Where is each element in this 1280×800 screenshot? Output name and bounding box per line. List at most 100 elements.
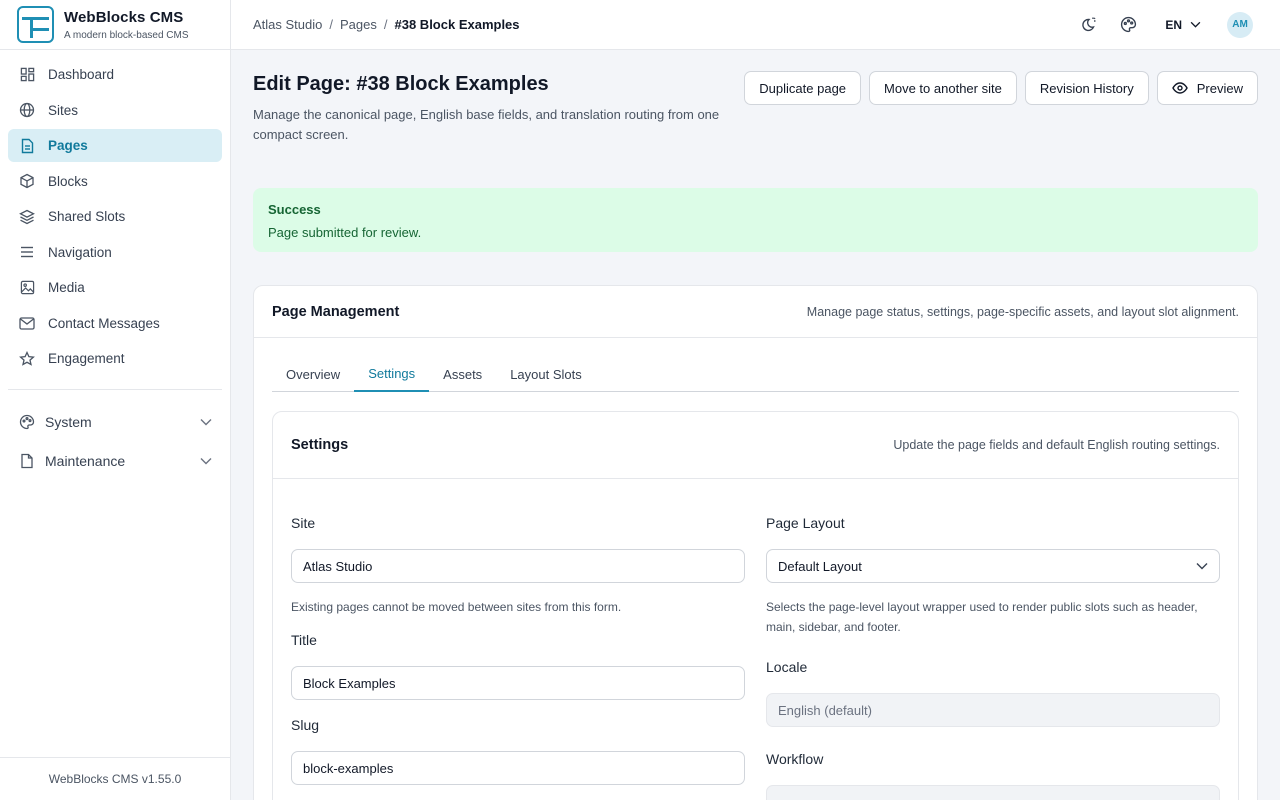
sidebar-item-dashboard[interactable]: Dashboard: [8, 58, 222, 91]
page-header: Edit Page: #38 Block Examples Manage the…: [253, 50, 1258, 188]
avatar[interactable]: AM: [1227, 11, 1253, 38]
webblocks-logo-icon: [17, 6, 54, 43]
workflow-label: Workflow: [766, 751, 824, 767]
settings-panel: Settings Update the page fields and defa…: [272, 411, 1239, 800]
breadcrumb-separator: /: [383, 17, 388, 32]
page-description: Manage the canonical page, English base …: [253, 107, 720, 142]
page-title: Edit Page: #38 Block Examples: [253, 73, 549, 95]
site-value: Atlas Studio: [303, 558, 373, 574]
move-site-button[interactable]: Move to another site: [869, 71, 1017, 105]
chevron-down-icon: [1190, 21, 1201, 28]
palette-icon: [19, 414, 35, 430]
sidebar-item-shared-slots[interactable]: Shared Slots: [8, 200, 222, 233]
globe-icon: [19, 102, 35, 118]
sidebar-item-label: Navigation: [48, 244, 112, 260]
breadcrumb-pages[interactable]: Pages: [340, 17, 377, 32]
sidebar-group-system[interactable]: System: [0, 404, 230, 440]
tab-layout-slots[interactable]: Layout Slots: [496, 356, 596, 392]
breadcrumb-site[interactable]: Atlas Studio: [253, 17, 322, 32]
locale-field: English (default): [766, 693, 1220, 727]
sidebar-item-media[interactable]: Media: [8, 271, 222, 304]
sidebar-footer-version: WebBlocks CMS v1.55.0: [0, 757, 230, 800]
main-content: Edit Page: #38 Block Examples Manage the…: [231, 50, 1280, 800]
form-column-right: Page Layout Default Layout Selects the p…: [766, 479, 1220, 800]
tab-overview[interactable]: Overview: [272, 356, 354, 392]
topbar: Atlas Studio / Pages / #38 Block Example…: [231, 0, 1280, 50]
chevron-down-icon: [200, 418, 212, 426]
locale-label: Locale: [766, 659, 808, 675]
sidebar-item-navigation[interactable]: Navigation: [8, 236, 222, 269]
sidebar-item-label: Blocks: [48, 173, 88, 189]
preview-label: Preview: [1196, 80, 1243, 96]
success-alert: Success Page submitted for review.: [253, 188, 1258, 252]
alert-title: Success: [268, 202, 321, 217]
page-layout-value: Default Layout: [778, 558, 862, 574]
page-management-card: Page Management Manage page status, sett…: [253, 285, 1258, 800]
sidebar-group-maintenance[interactable]: Maintenance: [0, 443, 230, 479]
sidebar-item-sites[interactable]: Sites: [8, 94, 222, 127]
theme-toggle-icon[interactable]: [1077, 14, 1099, 36]
sidebar-item-label: Pages: [48, 138, 88, 153]
chevron-down-icon: [200, 457, 212, 465]
card-header: Page Management Manage page status, sett…: [254, 286, 1257, 338]
sidebar-item-label: Media: [48, 280, 85, 295]
dashboard-icon: [19, 67, 35, 83]
alert-message: Page submitted for review.: [268, 225, 422, 240]
form-column-left: Site Atlas Studio Existing pages cannot …: [291, 479, 745, 800]
sidebar-group-label: Maintenance: [45, 453, 126, 469]
slug-label: Slug: [291, 717, 320, 733]
preview-button[interactable]: Preview: [1156, 71, 1258, 105]
settings-subtitle: Update the page fields and default Engli…: [893, 438, 1220, 452]
chevron-down-icon: [1196, 562, 1208, 570]
sidebar-group-label: System: [45, 414, 92, 430]
duplicate-page-button[interactable]: Duplicate page: [744, 71, 862, 105]
page-layout-help-text: Selects the page-level layout wrapper us…: [766, 600, 1198, 634]
brand[interactable]: WebBlocks CMS A modern block-based CMS: [0, 0, 230, 50]
tab-assets[interactable]: Assets: [429, 356, 496, 392]
tab-settings[interactable]: Settings: [354, 356, 430, 392]
revision-history-button[interactable]: Revision History: [1024, 71, 1149, 105]
sidebar-nav: Dashboard Sites Pages Blocks Shared Slot…: [0, 50, 230, 375]
language-selector[interactable]: EN: [1165, 18, 1201, 32]
title-field[interactable]: Block Examples: [291, 666, 745, 700]
management-tabs: Overview Settings Assets Layout Slots: [272, 356, 1239, 392]
settings-title: Settings: [291, 437, 349, 453]
site-field[interactable]: Atlas Studio: [291, 549, 745, 583]
locale-value: English (default): [778, 702, 872, 718]
cube-icon: [19, 173, 35, 189]
brand-tagline: A modern block-based CMS: [64, 29, 189, 41]
site-label: Site: [291, 515, 316, 531]
card-subtitle: Manage page status, settings, page-speci…: [806, 304, 1239, 319]
star-icon: [19, 350, 35, 367]
breadcrumb-current: #38 Block Examples: [394, 17, 520, 32]
slug-field[interactable]: block-examples: [291, 751, 745, 785]
card-title: Page Management: [272, 303, 400, 320]
sidebar-item-label: Contact Messages: [48, 315, 160, 331]
sidebar: WebBlocks CMS A modern block-based CMS D…: [0, 0, 231, 800]
slug-value: block-examples: [303, 760, 394, 776]
palette-icon[interactable]: [1117, 14, 1139, 36]
brand-name: WebBlocks CMS: [64, 8, 184, 26]
page-layout-label: Page Layout: [766, 515, 845, 531]
sidebar-item-engagement[interactable]: Engagement: [8, 342, 222, 375]
mail-icon: [19, 315, 35, 331]
sidebar-item-pages[interactable]: Pages: [8, 129, 222, 162]
title-value: Block Examples: [303, 675, 396, 691]
site-help-text: Existing pages cannot be moved between s…: [291, 600, 622, 614]
eye-icon: [1171, 82, 1188, 94]
page-actions: Duplicate page Move to another site Revi…: [736, 71, 1258, 105]
sidebar-item-label: Dashboard: [48, 67, 115, 82]
sidebar-item-contact-messages[interactable]: Contact Messages: [8, 307, 222, 340]
sidebar-item-blocks[interactable]: Blocks: [8, 165, 222, 198]
settings-header: Settings Update the page fields and defa…: [273, 412, 1238, 479]
sidebar-item-label: Engagement: [48, 351, 125, 366]
sidebar-item-label: Shared Slots: [48, 209, 126, 224]
document-icon: [19, 138, 35, 154]
sidebar-item-label: Sites: [48, 102, 79, 118]
layers-icon: [19, 209, 35, 225]
file-icon: [19, 453, 35, 469]
workflow-field: [766, 785, 1220, 800]
top-actions: EN AM: [1059, 11, 1253, 38]
breadcrumb-separator: /: [329, 17, 333, 32]
page-layout-select[interactable]: Default Layout: [766, 549, 1220, 583]
